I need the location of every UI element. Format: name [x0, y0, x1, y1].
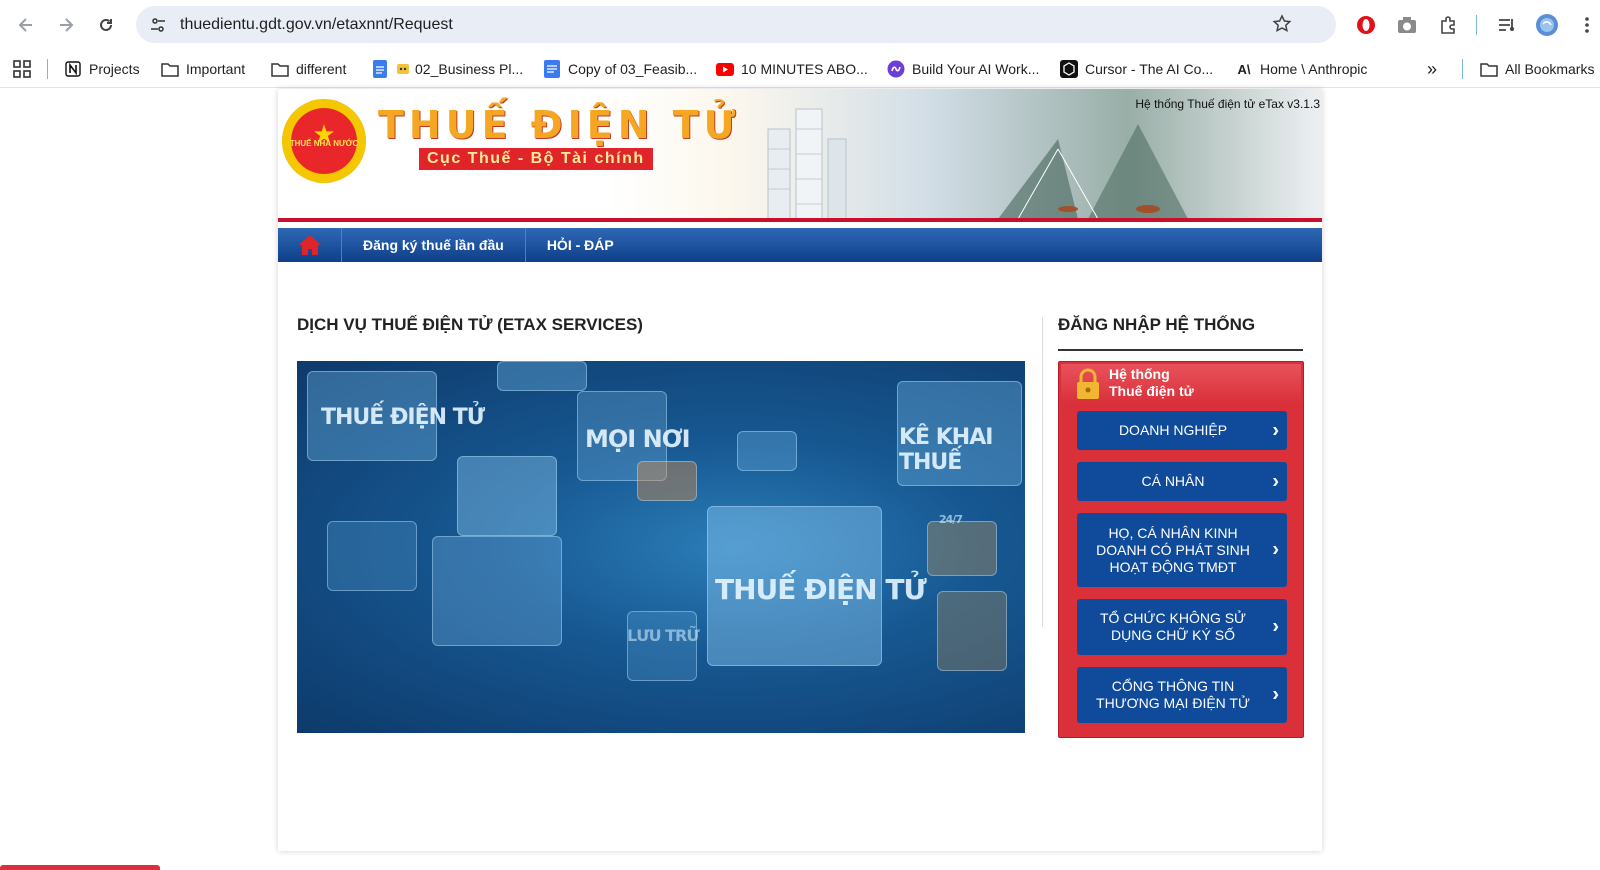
- system-version: Hệ thống Thuế điện tử eTax v3.1.3: [1135, 97, 1320, 111]
- site-icon: [887, 60, 905, 78]
- youtube-icon: [716, 60, 734, 78]
- bookmark-different[interactable]: different: [271, 59, 346, 79]
- url-text[interactable]: thuedientu.gdt.gov.vn/etaxnnt/Request: [180, 16, 453, 34]
- bookmark-label: Build Your AI Work...: [912, 61, 1040, 77]
- bookmark-label: 02_Business Pl...: [415, 61, 524, 77]
- bookmark-business-plan[interactable]: 02_Business Pl...: [371, 59, 523, 79]
- docs-icon: [543, 60, 561, 78]
- bookmark-projects[interactable]: Projects: [64, 59, 140, 79]
- banner-towers-image: [767, 108, 847, 219]
- login-ecommerce-business-button[interactable]: HỌ, CÁ NHÂN KINH DOANH CÓ PHÁT SINH HOẠT…: [1077, 513, 1287, 587]
- etax-services-banner[interactable]: THUẾ ĐIỆN TỬ MỌI NƠI KÊ KHAI THUẾ THUẾ Đ…: [297, 361, 1025, 733]
- login-heading-line1: Hệ thống: [1109, 366, 1170, 382]
- menu-faq[interactable]: HỎI - ĐÁP: [526, 228, 635, 262]
- button-label: TỔ CHỨC KHÔNG SỬ DỤNG CHỮ KÝ SỐ: [1099, 610, 1247, 643]
- bookmark-label: Cursor - The AI Co...: [1085, 61, 1214, 77]
- back-icon[interactable]: [12, 11, 40, 39]
- hero-label: 24/7: [939, 513, 963, 526]
- home-button[interactable]: [278, 228, 342, 262]
- toolbar-divider: [1476, 15, 1477, 35]
- bookmark-label: Copy of 03_Feasib...: [568, 61, 698, 77]
- extensions-icon[interactable]: [1436, 13, 1460, 37]
- opera-icon[interactable]: [1354, 13, 1378, 37]
- folder-icon: [271, 60, 289, 78]
- bookmark-youtube[interactable]: 10 MINUTES ABO...: [716, 59, 868, 79]
- hero-label: MỌI NƠI: [585, 425, 691, 453]
- bookmark-label: Important: [186, 61, 246, 77]
- cursor-icon: [1060, 60, 1078, 78]
- anthropic-icon: A\: [1237, 61, 1251, 77]
- login-title-underline: [1058, 349, 1303, 351]
- emoji-icon: [396, 60, 410, 78]
- login-title: ĐĂNG NHẬP HỆ THỐNG: [1058, 315, 1256, 334]
- apps-grid-icon[interactable]: [13, 59, 31, 79]
- bookmark-label: Projects: [89, 61, 140, 77]
- bookmark-label: 10 MINUTES ABO...: [741, 61, 868, 77]
- browser-toolbar: thuedientu.gdt.gov.vn/etaxnnt/Request: [0, 0, 1600, 50]
- bookmark-label: Home \ Anthropic: [1260, 61, 1368, 77]
- chevron-right-icon: ›: [1272, 683, 1279, 706]
- bookmarks-bar: Projects Important different 02_Business…: [0, 50, 1600, 88]
- bookmark-anthropic[interactable]: A\ Home \ Anthropic: [1235, 59, 1368, 79]
- banner-divider: [278, 218, 1322, 222]
- profile-avatar-icon[interactable]: [1535, 13, 1559, 37]
- column-divider: [1042, 317, 1043, 627]
- site-info-icon[interactable]: [148, 15, 168, 35]
- button-label: HỌ, CÁ NHÂN KINH DOANH CÓ PHÁT SINH HOẠT…: [1096, 524, 1250, 575]
- notion-icon: [64, 60, 82, 78]
- address-bar[interactable]: thuedientu.gdt.gov.vn/etaxnnt/Request: [136, 6, 1336, 43]
- hero-label: THUẾ ĐIỆN TỬ: [321, 405, 485, 430]
- button-label: CÁ NHÂN: [1141, 473, 1205, 489]
- menu-first-tax-registration[interactable]: Đăng ký thuế lần đầu: [342, 228, 526, 262]
- button-label: DOANH NGHIỆP: [1118, 422, 1228, 438]
- button-label: CỔNG THÔNG TIN THƯƠNG MẠI ĐIỆN TỬ: [1096, 678, 1250, 711]
- main-menu: Đăng ký thuế lần đầu HỎI - ĐÁP: [278, 228, 1322, 262]
- camera-icon[interactable]: [1395, 13, 1419, 37]
- all-bookmarks-label: All Bookmarks: [1505, 61, 1595, 77]
- docs-icon: [371, 60, 389, 78]
- hero-label: KÊ KHAI THUẾ: [899, 425, 993, 475]
- brand-title: THUẾ ĐIỆN TỬ: [378, 103, 741, 147]
- bookmarks-overflow-button[interactable]: »: [1427, 59, 1437, 79]
- chevron-right-icon: ›: [1272, 470, 1279, 492]
- login-heading-line2: Thuế điện tử: [1109, 383, 1194, 399]
- folder-icon: [161, 60, 179, 78]
- banner-bridge-image: [998, 124, 1188, 219]
- bookmark-important[interactable]: Important: [161, 59, 245, 79]
- bookmark-build-ai[interactable]: Build Your AI Work...: [887, 59, 1039, 79]
- hero-label: THUẾ ĐIỆN TỬ: [715, 573, 927, 606]
- services-title: DỊCH VỤ THUẾ ĐIỆN TỬ (ETAX SERVICES): [297, 315, 643, 334]
- login-ecommerce-portal-button[interactable]: CỔNG THÔNG TIN THƯƠNG MẠI ĐIỆN TỬ ›: [1077, 667, 1287, 723]
- home-icon: [298, 235, 321, 255]
- bottom-partial-element: [0, 865, 160, 870]
- tax-emblem-logo: ★ THUẾ NHÀ NƯỚC: [282, 99, 366, 183]
- login-panel-heading: Hệ thống Thuế điện tử: [1109, 366, 1194, 400]
- folder-icon: [1480, 60, 1498, 78]
- all-bookmarks[interactable]: All Bookmarks: [1480, 59, 1594, 79]
- hero-label: LƯU TRỮ: [627, 626, 700, 645]
- menu-kebab-icon[interactable]: [1575, 13, 1599, 37]
- bookmark-star-icon[interactable]: [1272, 14, 1292, 39]
- emblem-text: THUẾ NHÀ NƯỚC: [289, 139, 359, 148]
- chevron-right-icon: ›: [1272, 419, 1279, 441]
- login-panel: Hệ thống Thuế điện tử DOANH NGHIỆP › CÁ N…: [1058, 361, 1304, 738]
- reading-list-icon[interactable]: [1495, 13, 1519, 37]
- forward-icon[interactable]: [52, 11, 80, 39]
- login-business-button[interactable]: DOANH NGHIỆP ›: [1077, 411, 1287, 450]
- login-individual-button[interactable]: CÁ NHÂN ›: [1077, 462, 1287, 501]
- bookmark-cursor[interactable]: Cursor - The AI Co...: [1060, 59, 1213, 79]
- chevron-right-icon: ›: [1272, 615, 1279, 638]
- bookmarks-divider: [1462, 59, 1463, 79]
- lock-icon: [1077, 368, 1099, 399]
- site-banner: ★ THUẾ NHÀ NƯỚC THUẾ ĐIỆN TỬ Cục Thuế - …: [278, 89, 1322, 219]
- bookmarks-divider: [47, 59, 48, 79]
- etax-page: ★ THUẾ NHÀ NƯỚC THUẾ ĐIỆN TỬ Cục Thuế - …: [278, 89, 1322, 851]
- bookmark-label: different: [296, 61, 347, 77]
- chevron-right-icon: ›: [1272, 538, 1279, 561]
- login-no-digital-signature-button[interactable]: TỔ CHỨC KHÔNG SỬ DỤNG CHỮ KÝ SỐ ›: [1077, 599, 1287, 655]
- reload-icon[interactable]: [92, 11, 120, 39]
- bookmark-feasibility[interactable]: Copy of 03_Feasib...: [543, 59, 697, 79]
- brand-subtitle: Cục Thuế - Bộ Tài chính: [418, 147, 654, 171]
